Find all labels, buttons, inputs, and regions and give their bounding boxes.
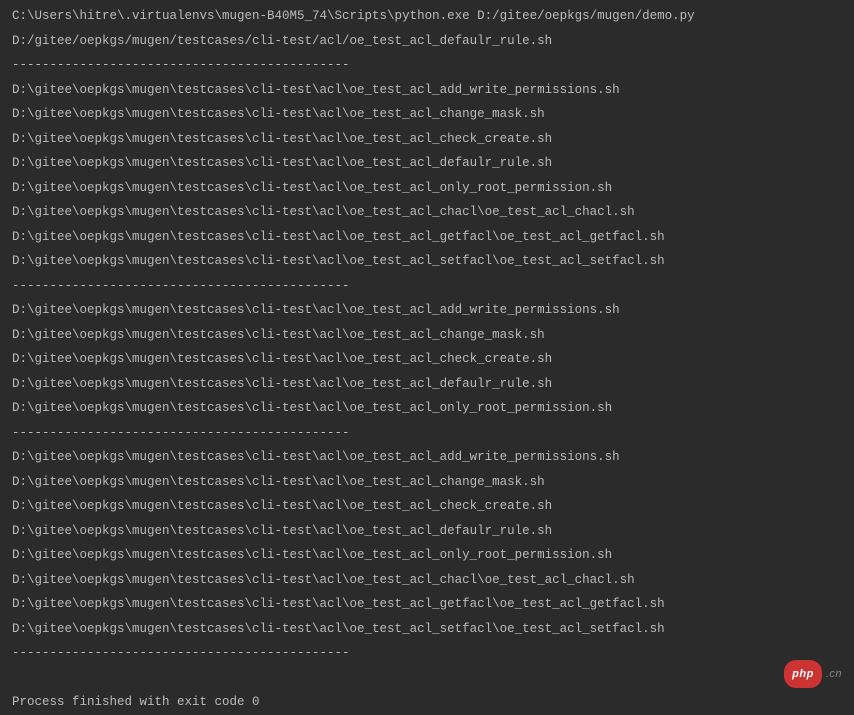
output-line: D:\gitee\oepkgs\mugen\testcases\cli-test… xyxy=(12,372,854,397)
output-line: D:\gitee\oepkgs\mugen\testcases\cli-test… xyxy=(12,323,854,348)
output-line: D:\gitee\oepkgs\mugen\testcases\cli-test… xyxy=(12,151,854,176)
blank-line xyxy=(12,666,854,691)
separator-line: ----------------------------------------… xyxy=(12,274,854,299)
exit-message: Process finished with exit code 0 xyxy=(12,690,854,715)
output-line: D:\gitee\oepkgs\mugen\testcases\cli-test… xyxy=(12,543,854,568)
watermark-badge: php xyxy=(784,660,822,689)
output-line: D:\gitee\oepkgs\mugen\testcases\cli-test… xyxy=(12,298,854,323)
output-line: D:\gitee\oepkgs\mugen\testcases\cli-test… xyxy=(12,617,854,642)
output-line: D:\gitee\oepkgs\mugen\testcases\cli-test… xyxy=(12,127,854,152)
output-line: D:\gitee\oepkgs\mugen\testcases\cli-test… xyxy=(12,78,854,103)
watermark-suffix: .cn xyxy=(826,662,842,687)
output-line: D:\gitee\oepkgs\mugen\testcases\cli-test… xyxy=(12,592,854,617)
separator-line: ----------------------------------------… xyxy=(12,641,854,666)
command-line: C:\Users\hitre\.virtualenvs\mugen-B40M5_… xyxy=(12,4,854,29)
separator-line: ----------------------------------------… xyxy=(12,421,854,446)
output-line: D:\gitee\oepkgs\mugen\testcases\cli-test… xyxy=(12,445,854,470)
output-line: D:\gitee\oepkgs\mugen\testcases\cli-test… xyxy=(12,102,854,127)
output-line: D:\gitee\oepkgs\mugen\testcases\cli-test… xyxy=(12,494,854,519)
output-line: D:\gitee\oepkgs\mugen\testcases\cli-test… xyxy=(12,225,854,250)
separator-line: ----------------------------------------… xyxy=(12,53,854,78)
output-line: D:\gitee\oepkgs\mugen\testcases\cli-test… xyxy=(12,176,854,201)
output-line: D:\gitee\oepkgs\mugen\testcases\cli-test… xyxy=(12,200,854,225)
output-line: D:\gitee\oepkgs\mugen\testcases\cli-test… xyxy=(12,347,854,372)
output-line: D:\gitee\oepkgs\mugen\testcases\cli-test… xyxy=(12,568,854,593)
output-line: D:/gitee/oepkgs/mugen/testcases/cli-test… xyxy=(12,29,854,54)
output-line: D:\gitee\oepkgs\mugen\testcases\cli-test… xyxy=(12,249,854,274)
watermark: php .cn xyxy=(784,660,842,689)
output-line: D:\gitee\oepkgs\mugen\testcases\cli-test… xyxy=(12,519,854,544)
output-line: D:\gitee\oepkgs\mugen\testcases\cli-test… xyxy=(12,396,854,421)
output-line: D:\gitee\oepkgs\mugen\testcases\cli-test… xyxy=(12,470,854,495)
